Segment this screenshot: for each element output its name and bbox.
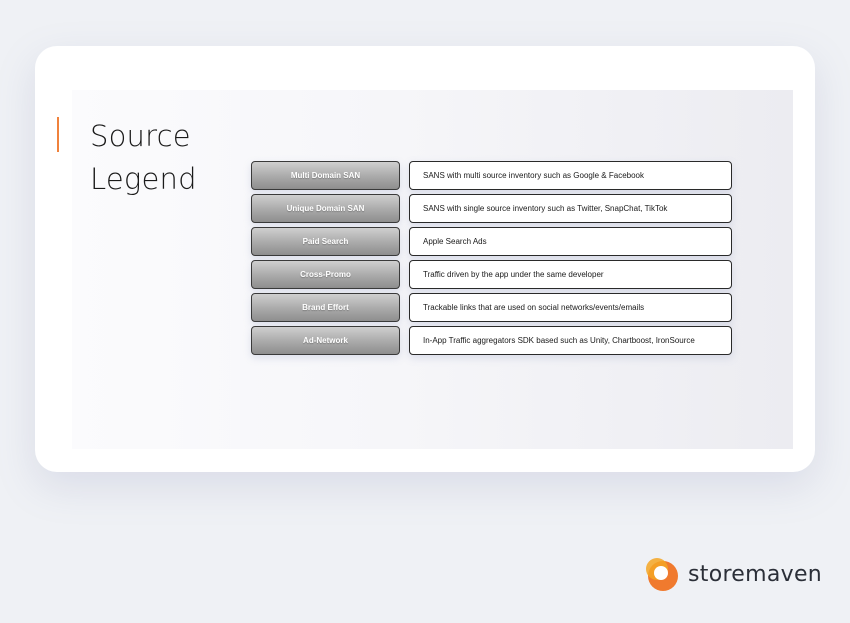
- accent-bar: [57, 117, 59, 152]
- legend-row: Cross-Promo Traffic driven by the app un…: [251, 260, 732, 289]
- source-legend-table: Multi Domain SAN SANS with multi source …: [251, 161, 732, 359]
- source-label: Ad-Network: [251, 326, 400, 355]
- source-label: Unique Domain SAN: [251, 194, 400, 223]
- legend-row: Ad-Network In-App Traffic aggregators SD…: [251, 326, 732, 355]
- page-title: Source Legend: [90, 115, 197, 201]
- source-label: Paid Search: [251, 227, 400, 256]
- source-description: Apple Search Ads: [409, 227, 732, 256]
- legend-row: Paid Search Apple Search Ads: [251, 227, 732, 256]
- legend-row: Brand Effort Trackable links that are us…: [251, 293, 732, 322]
- storemaven-logo-icon: [646, 558, 678, 591]
- title-line-1: Source: [90, 119, 191, 153]
- brand-name: storemaven: [688, 561, 823, 587]
- title-line-2: Legend: [90, 162, 197, 196]
- source-description: In-App Traffic aggregators SDK based suc…: [409, 326, 732, 355]
- source-label: Brand Effort: [251, 293, 400, 322]
- source-label: Cross-Promo: [251, 260, 400, 289]
- legend-row: Unique Domain SAN SANS with single sourc…: [251, 194, 732, 223]
- legend-row: Multi Domain SAN SANS with multi source …: [251, 161, 732, 190]
- source-description: Traffic driven by the app under the same…: [409, 260, 732, 289]
- source-description: SANS with multi source inventory such as…: [409, 161, 732, 190]
- source-label: Multi Domain SAN: [251, 161, 400, 190]
- source-description: Trackable links that are used on social …: [409, 293, 732, 322]
- source-description: SANS with single source inventory such a…: [409, 194, 732, 223]
- brand-logo: storemaven: [644, 556, 822, 592]
